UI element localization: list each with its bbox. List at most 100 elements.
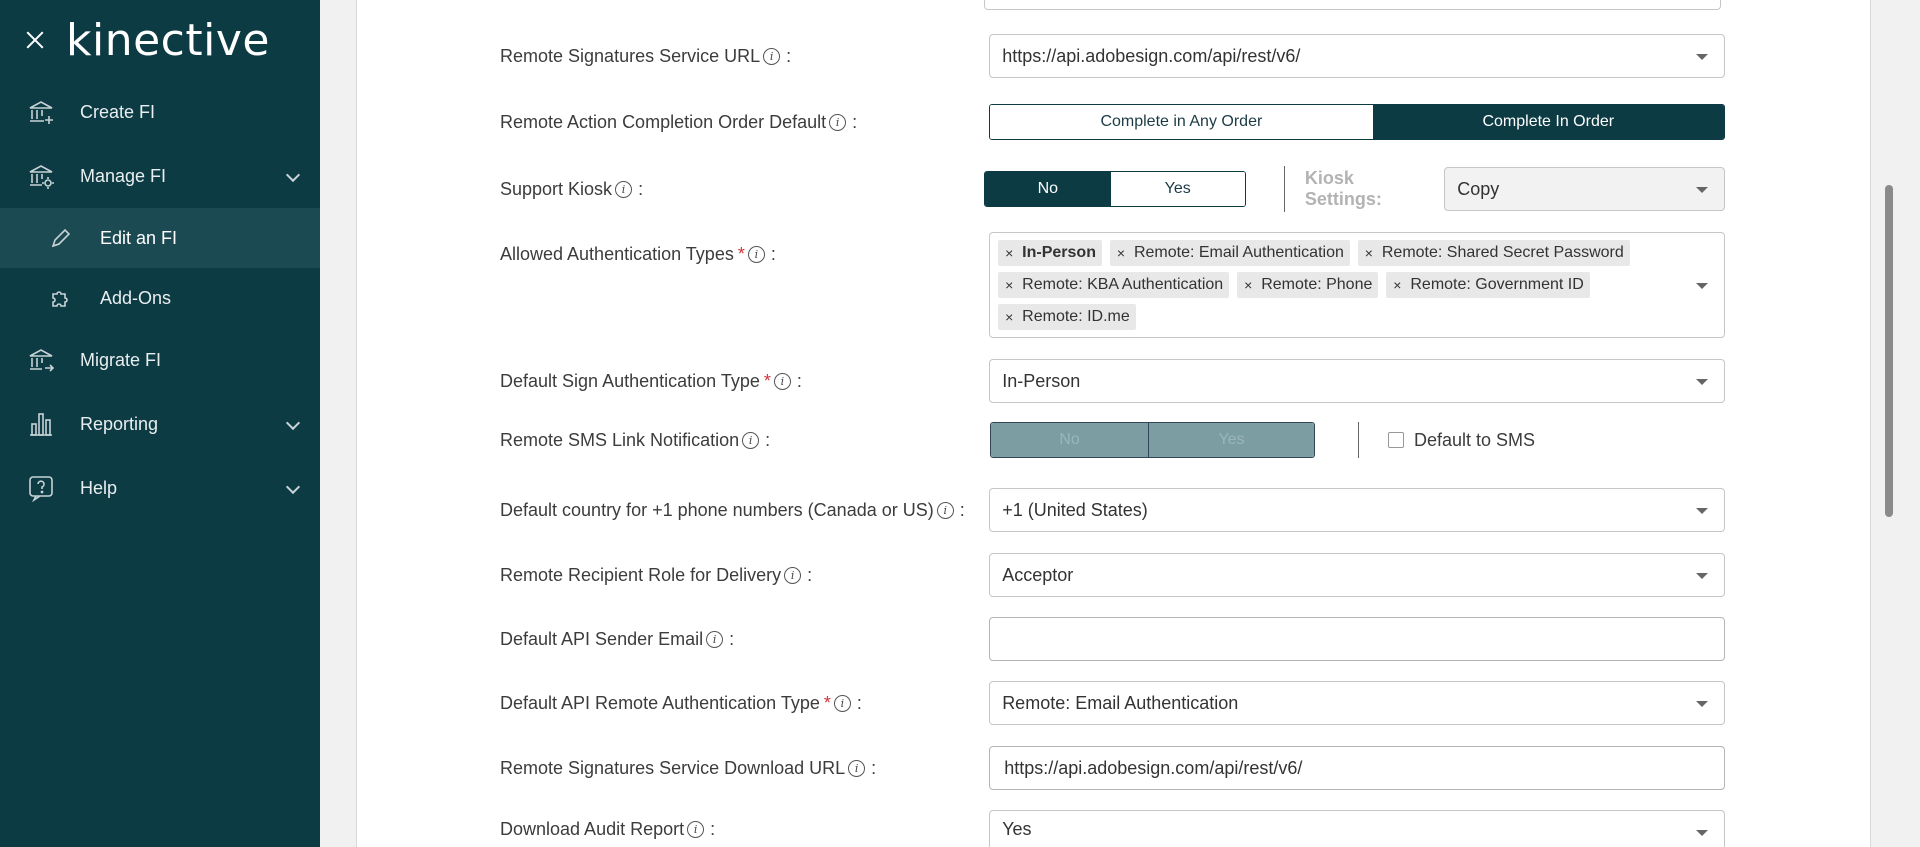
info-icon[interactable]: i (784, 566, 802, 584)
kiosk-settings-label: Kiosk Settings: (1304, 168, 1382, 209)
field-label: Default API Remote Authentication Type * i… (500, 692, 862, 713)
remove-tag-icon[interactable]: × (1110, 245, 1132, 261)
caret-down-icon (1696, 573, 1708, 579)
completion-order-toggle: Complete in Any Order Complete In Order (989, 104, 1725, 140)
info-icon[interactable]: i (936, 501, 954, 519)
info-icon[interactable]: i (773, 372, 791, 390)
caret-down-icon (1696, 830, 1708, 836)
kiosk-no-option[interactable]: No (985, 172, 1111, 206)
field-label: Allowed Authentication Types * i: (500, 244, 776, 264)
scrollbar[interactable] (1880, 0, 1900, 847)
divider (1283, 166, 1285, 212)
bank-plus-icon (26, 97, 56, 127)
sidebar-item-add-ons[interactable]: Add-Ons (0, 268, 320, 328)
sidebar-item-label: Manage FI (80, 165, 167, 186)
remove-tag-icon[interactable]: × (998, 277, 1020, 293)
kiosk-yes-option[interactable]: Yes (1110, 172, 1245, 206)
sidebar-item-manage-fi[interactable]: Manage FI (0, 144, 320, 208)
auth-tag: × Remote: Government ID (1386, 272, 1590, 298)
row-auth-types: Allowed Authentication Types * i: × In-Pers… (500, 232, 1725, 338)
remove-tag-icon[interactable]: × (998, 245, 1020, 261)
api-remote-auth-select[interactable]: Remote: Email Authentication (989, 681, 1725, 725)
field-label: Remote Action Completion Order Default i: (500, 111, 858, 132)
info-icon[interactable]: i (848, 759, 866, 777)
sidebar-item-label: Reporting (80, 413, 159, 434)
remove-tag-icon[interactable]: × (998, 309, 1020, 325)
auth-types-multiselect[interactable]: × In-Person × Remote: Email Authentication… (989, 232, 1725, 338)
remove-tag-icon[interactable]: × (1237, 277, 1259, 293)
sidebar-item-reporting[interactable]: Reporting (0, 392, 320, 456)
auth-tag: × Remote: Phone (1237, 272, 1379, 298)
row-api-sender-email: Default API Sender Email i: (500, 617, 1725, 661)
remove-tag-icon[interactable]: × (1358, 245, 1380, 261)
field-label: Default Sign Authentication Type * i: (500, 370, 802, 391)
sidebar-item-edit-fi[interactable]: Edit an FI (0, 208, 320, 268)
sidebar-item-migrate-fi[interactable]: Migrate FI (0, 328, 320, 392)
auth-tag: × Remote: KBA Authentication (998, 272, 1230, 298)
sms-link-toggle: No Yes (990, 422, 1315, 458)
audit-report-select[interactable]: Yes (989, 810, 1725, 847)
info-icon[interactable]: i (615, 180, 633, 198)
info-icon[interactable]: i (833, 694, 851, 712)
sms-no-option[interactable]: No (991, 423, 1149, 457)
info-icon[interactable]: i (829, 113, 847, 131)
caret-down-icon (1696, 379, 1708, 385)
brand-logo: kinective (66, 14, 270, 66)
auth-tag: × Remote: Email Authentication (1109, 240, 1350, 266)
bank-arrow-icon (26, 345, 56, 375)
pencil-icon (48, 225, 74, 251)
caret-down-icon (1696, 283, 1708, 289)
row-api-remote-auth: Default API Remote Authentication Type * i… (500, 681, 1725, 725)
sidebar-item-label: Create FI (80, 101, 156, 122)
default-country-select[interactable]: +1 (United States) (989, 488, 1725, 532)
sidebar-item-help[interactable]: Help (0, 456, 320, 520)
close-icon[interactable] (24, 29, 46, 51)
field-label: Remote Signatures Service Download URL i: (500, 757, 877, 778)
brand-bar: kinective (0, 0, 320, 80)
field-label: Support Kiosk i: (500, 178, 644, 199)
info-icon[interactable]: i (706, 630, 724, 648)
chevron-down-icon[interactable] (285, 167, 301, 183)
info-icon[interactable]: i (742, 431, 760, 449)
sidebar-item-label: Migrate FI (80, 349, 162, 370)
kiosk-settings-select[interactable]: Copy (1444, 167, 1725, 211)
sidebar-item-create-fi[interactable]: Create FI (0, 80, 320, 144)
complete-in-order-option[interactable]: Complete In Order (1372, 105, 1724, 139)
field-label: Default API Sender Email i: (500, 628, 735, 649)
remove-tag-icon[interactable]: × (1386, 277, 1408, 293)
puzzle-icon (48, 285, 74, 311)
sidebar-item-label: Help (80, 477, 118, 498)
field-label: Remote Recipient Role for Delivery i: (500, 564, 813, 585)
row-support-kiosk: Support Kiosk i: No Yes Kiosk Settings: C… (500, 166, 1725, 212)
chevron-down-icon[interactable] (285, 415, 301, 431)
service-url-select[interactable]: https://api.adobesign.com/api/rest/v6/ (989, 34, 1725, 78)
info-icon[interactable]: i (747, 246, 765, 263)
info-icon[interactable]: i (763, 47, 781, 65)
sidebar-item-label: Edit an FI (100, 227, 178, 248)
sidebar: kinective Create FI Manage FI Edit an FI (0, 0, 320, 847)
caret-down-icon (1696, 701, 1708, 707)
complete-any-order-option[interactable]: Complete in Any Order (990, 105, 1373, 139)
row-default-sign-auth: Default Sign Authentication Type * i: In-P… (500, 359, 1725, 403)
default-sign-auth-select[interactable]: In-Person (989, 359, 1725, 403)
bank-gear-icon (26, 161, 56, 191)
sms-yes-option[interactable]: Yes (1148, 423, 1314, 457)
auth-tag: × Remote: ID.me (998, 304, 1136, 330)
caret-down-icon (1696, 187, 1708, 193)
chevron-down-icon[interactable] (285, 479, 301, 495)
recipient-role-select[interactable]: Acceptor (989, 553, 1725, 597)
auth-tag: × Remote: Shared Secret Password (1357, 240, 1630, 266)
default-sms-checkbox[interactable] (1388, 432, 1404, 448)
sidebar-nav: Create FI Manage FI Edit an FI Add-Ons M… (0, 80, 320, 520)
required-asterisk: * (737, 244, 745, 264)
field-label: Remote Signatures Service URL i: (500, 45, 792, 66)
info-icon[interactable]: i (687, 820, 705, 838)
row-recipient-role: Remote Recipient Role for Delivery i: Acc… (500, 553, 1725, 597)
field-label: Default country for +1 phone numbers (Ca… (500, 499, 965, 520)
clipped-field (984, 0, 1721, 10)
default-sms-checkbox-wrap[interactable]: Default to SMS (1388, 430, 1535, 451)
divider (1358, 422, 1359, 458)
api-sender-email-input[interactable] (989, 617, 1725, 661)
scrollbar-thumb[interactable] (1885, 185, 1893, 517)
download-url-input[interactable] (989, 746, 1725, 790)
